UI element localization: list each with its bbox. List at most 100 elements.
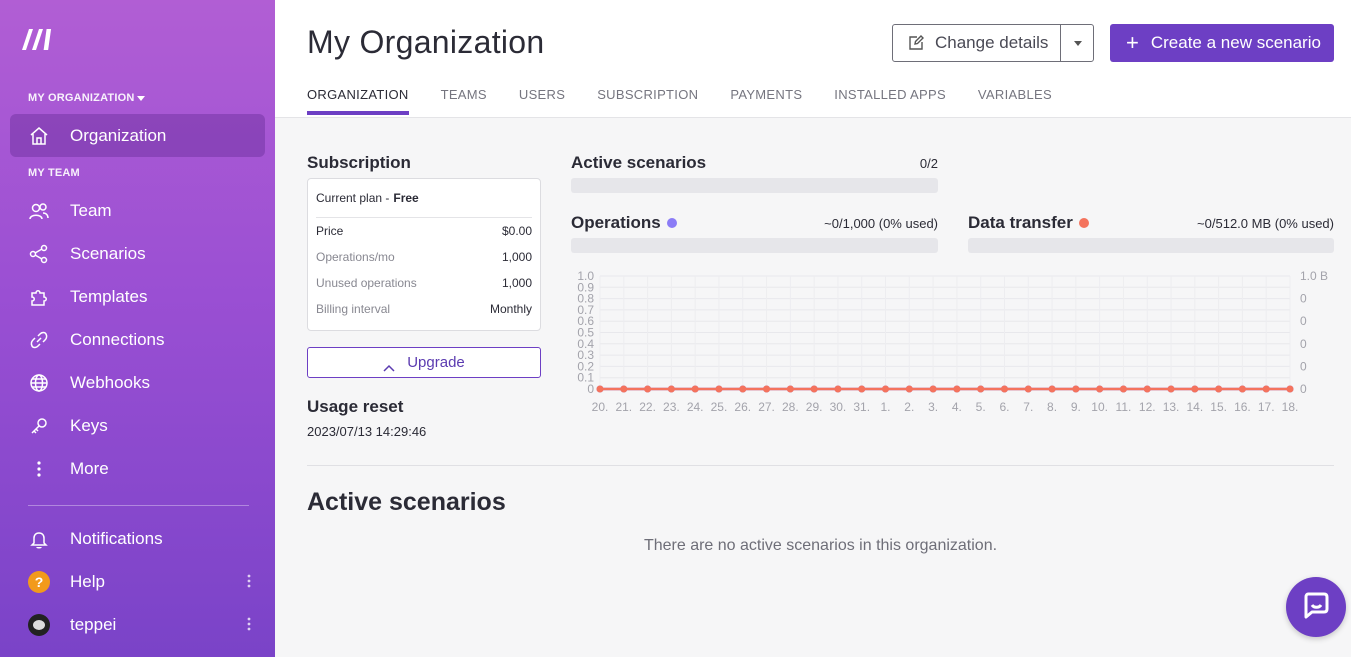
- operations-title: Operations: [571, 213, 677, 233]
- link-icon: [28, 329, 50, 351]
- active-scenarios-bar: [571, 178, 938, 193]
- data-point: [1215, 385, 1223, 393]
- y-right-tick-label: 0: [1300, 337, 1307, 351]
- x-tick-label: 12.: [1139, 400, 1156, 414]
- subscription-row: Unused operations 1,000: [316, 276, 532, 290]
- bell-icon: [28, 528, 50, 550]
- change-details-dropdown-button[interactable]: [1060, 24, 1094, 62]
- more-vertical-icon[interactable]: [247, 573, 251, 589]
- data-point: [929, 385, 937, 393]
- globe-icon: [28, 372, 50, 394]
- data-point: [1143, 385, 1151, 393]
- sidebar-item-templates[interactable]: Templates: [10, 275, 265, 318]
- x-tick-label: 9.: [1071, 400, 1081, 414]
- tab-users[interactable]: USERS: [519, 87, 565, 114]
- data-point: [810, 385, 818, 393]
- operations-legend-dot: [666, 217, 677, 228]
- tab-installed-apps[interactable]: INSTALLED APPS: [834, 87, 946, 114]
- x-tick-label: 5.: [976, 400, 986, 414]
- data-point: [977, 385, 985, 393]
- x-tick-label: 8.: [1047, 400, 1057, 414]
- sidebar-item-keys[interactable]: Keys: [10, 404, 265, 447]
- team-section-label: MY TEAM: [28, 167, 80, 179]
- more-vertical-icon[interactable]: [247, 616, 251, 632]
- data-point: [763, 385, 771, 393]
- avatar: [28, 614, 50, 636]
- support-chat-button[interactable]: [1286, 577, 1346, 637]
- sidebar-divider: [28, 505, 249, 506]
- sidebar-item-organization[interactable]: Organization: [10, 114, 265, 157]
- empty-state-message: There are no active scenarios in this or…: [643, 537, 998, 554]
- y-right-tick-label: 1.0 B: [1300, 269, 1328, 283]
- x-tick-label: 2.: [904, 400, 914, 414]
- data-point: [834, 385, 842, 393]
- x-tick-label: 25.: [711, 400, 728, 414]
- sidebar-item-label: Keys: [70, 415, 108, 435]
- data-point: [786, 385, 794, 393]
- sidebar-item-label: teppei: [70, 614, 117, 634]
- more-vertical-icon: [28, 458, 50, 480]
- data-point: [1238, 385, 1246, 393]
- data-point: [882, 385, 890, 393]
- x-tick-label: 15.: [1210, 400, 1227, 414]
- active-scenarios-metric-title: Active scenarios: [571, 153, 707, 172]
- home-icon: [28, 125, 50, 147]
- x-tick-label: 22.: [639, 400, 656, 414]
- puzzle-icon: [28, 286, 50, 308]
- data-point: [1286, 385, 1294, 393]
- data-point: [1096, 385, 1104, 393]
- plus-icon: +: [1126, 30, 1139, 55]
- subscription-row: Billing interval Monthly: [316, 302, 532, 316]
- data-transfer-legend-dot: [1078, 217, 1089, 228]
- make-logo[interactable]: [20, 26, 60, 52]
- sidebar-item-label: Templates: [70, 286, 148, 306]
- help-icon: ?: [28, 571, 50, 593]
- caret-down-icon: [137, 95, 146, 101]
- tab-variables[interactable]: VARIABLES: [978, 87, 1052, 114]
- tab-organization[interactable]: ORGANIZATION: [307, 87, 409, 115]
- org-switcher[interactable]: MY ORGANIZATION: [28, 92, 146, 104]
- data-point: [715, 385, 723, 393]
- data-point: [1048, 385, 1056, 393]
- data-point: [1167, 385, 1175, 393]
- tab-subscription[interactable]: SUBSCRIPTION: [597, 87, 698, 114]
- section-divider: [307, 465, 1334, 466]
- sidebar-item-user[interactable]: teppei: [10, 603, 265, 646]
- chevron-up-icon: [383, 359, 395, 372]
- data-point: [953, 385, 961, 393]
- sidebar-item-scenarios[interactable]: Scenarios: [10, 232, 265, 275]
- tab-payments[interactable]: PAYMENTS: [730, 87, 802, 114]
- x-tick-label: 6.: [999, 400, 1009, 414]
- create-scenario-button[interactable]: + Create a new scenario: [1110, 24, 1334, 62]
- y-right-tick-label: 0: [1300, 382, 1307, 396]
- sidebar-item-help[interactable]: ? Help: [10, 560, 265, 603]
- x-tick-label: 20.: [592, 400, 609, 414]
- subscription-row: Price $0.00: [316, 224, 532, 238]
- x-tick-label: 29.: [806, 400, 823, 414]
- x-tick-label: 24.: [687, 400, 704, 414]
- sidebar-item-team[interactable]: Team: [10, 189, 265, 232]
- sidebar-item-label: Scenarios: [70, 243, 146, 263]
- sidebar-item-more[interactable]: More: [10, 447, 265, 490]
- sidebar-item-webhooks[interactable]: Webhooks: [10, 361, 265, 404]
- x-tick-label: 10.: [1091, 400, 1108, 414]
- chat-icon: [1299, 588, 1333, 627]
- sidebar-item-label: Help: [70, 571, 105, 591]
- x-tick-label: 14.: [1186, 400, 1203, 414]
- sidebar-item-connections[interactable]: Connections: [10, 318, 265, 361]
- data-point: [1262, 385, 1270, 393]
- subscription-card: Current plan - Free Price $0.00 Operations…: [307, 178, 541, 331]
- upgrade-button[interactable]: Upgrade: [307, 347, 541, 378]
- x-tick-label: 16.: [1234, 400, 1251, 414]
- data-point: [1024, 385, 1032, 393]
- x-tick-label: 3.: [928, 400, 938, 414]
- x-tick-label: 11.: [1116, 400, 1132, 414]
- subscription-row: Operations/mo 1,000: [316, 250, 532, 264]
- page-header: My Organization Change details + Create …: [275, 0, 1351, 118]
- change-details-button[interactable]: Change details: [892, 24, 1061, 62]
- data-transfer-value: ~0/512.0 MB (0% used): [1197, 216, 1334, 231]
- x-tick-label: 4.: [952, 400, 962, 414]
- data-point: [858, 385, 866, 393]
- tab-teams[interactable]: TEAMS: [441, 87, 487, 114]
- sidebar-item-notifications[interactable]: Notifications: [10, 517, 265, 560]
